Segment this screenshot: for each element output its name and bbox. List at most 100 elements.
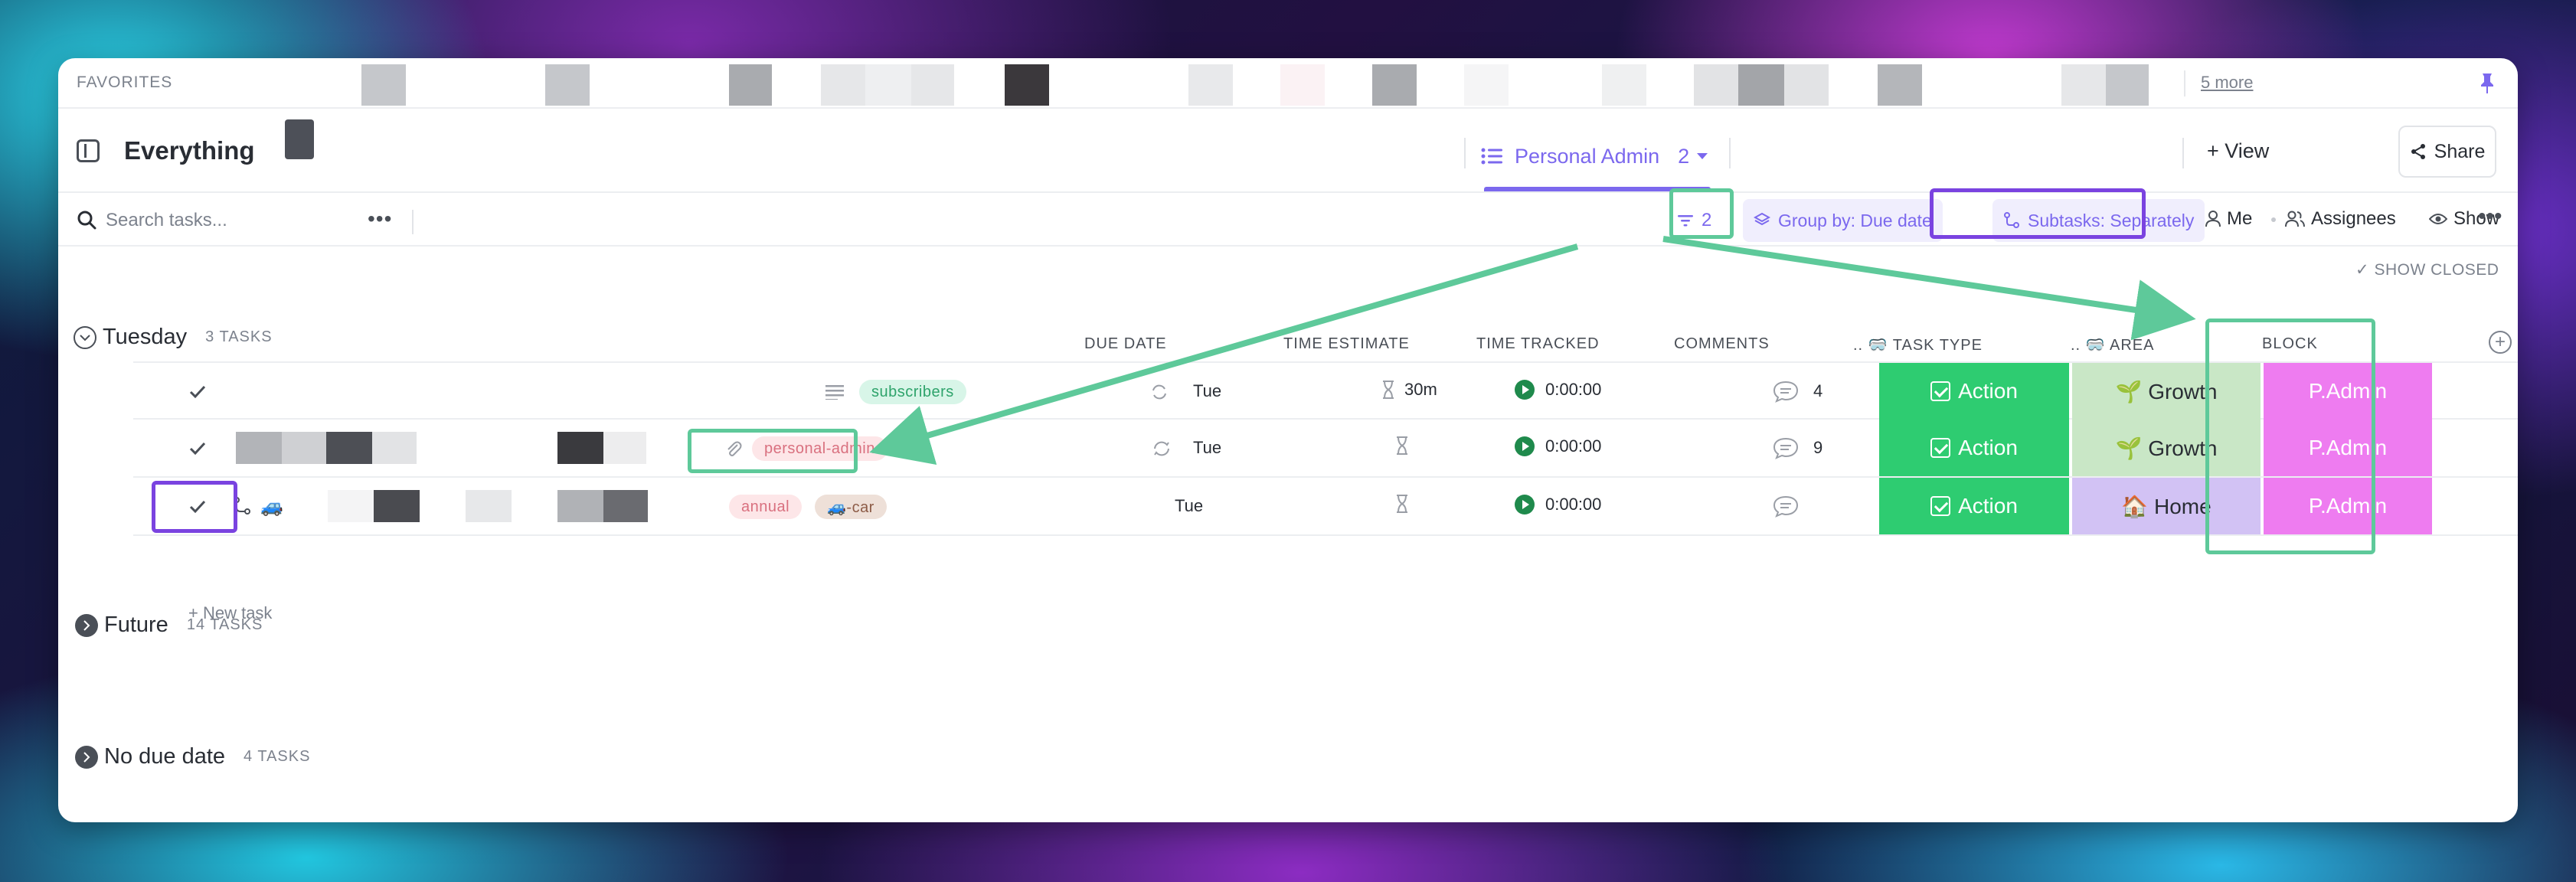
recurring-icon: [1154, 441, 1169, 456]
assignees-button[interactable]: Assignees: [2285, 208, 2396, 230]
sidebar-toggle-icon[interactable]: [77, 139, 100, 162]
task-name-redacted[interactable]: [282, 432, 326, 464]
task-type-cell[interactable]: Action: [1879, 420, 2069, 476]
area-cell[interactable]: 🏠 Home: [2072, 478, 2261, 534]
divider: [412, 210, 414, 234]
group-header-future[interactable]: Future 14 TASKS: [75, 612, 263, 638]
task-type-cell[interactable]: Action: [1879, 478, 2069, 534]
share-button[interactable]: Share: [2398, 126, 2496, 178]
favorite-item[interactable]: [1280, 64, 1325, 106]
time-estimate-cell[interactable]: [1395, 436, 1409, 455]
favorite-item[interactable]: [865, 64, 911, 106]
group-by-button[interactable]: Group by: Due date: [1743, 199, 1943, 242]
block-cell[interactable]: P.Admin: [2264, 478, 2432, 534]
task-name-redacted[interactable]: [372, 432, 417, 464]
task-name-redacted[interactable]: [326, 432, 372, 464]
tag-car[interactable]: 🚙-car: [815, 495, 887, 519]
tag-subscribers[interactable]: subscribers: [859, 380, 966, 404]
pin-icon[interactable]: [2478, 72, 2496, 95]
favorite-item[interactable]: [1878, 64, 1922, 106]
chevron-right-icon[interactable]: [75, 613, 98, 637]
favorite-item[interactable]: [1738, 64, 1784, 106]
group-header-tuesday[interactable]: Tuesday 3 TASKS: [74, 325, 273, 350]
show-closed-toggle[interactable]: ✓ SHOW CLOSED: [2355, 260, 2499, 279]
subtask-indicator[interactable]: 🚙: [233, 490, 283, 522]
column-header-block[interactable]: BLOCK: [2262, 335, 2318, 353]
task-type-cell[interactable]: Action: [1879, 363, 2069, 420]
check-icon[interactable]: [187, 496, 208, 518]
column-header-due-date[interactable]: DUE DATE: [1084, 335, 1167, 353]
search-options-icon[interactable]: •••: [368, 207, 392, 231]
task-name-redacted[interactable]: [603, 432, 646, 464]
favorite-item[interactable]: [1784, 64, 1829, 106]
me-filter-button[interactable]: Me: [2205, 208, 2252, 230]
task-name-redacted[interactable]: [557, 490, 603, 522]
time-estimate-cell[interactable]: [1395, 495, 1409, 513]
comments-cell[interactable]: 9: [1772, 436, 1822, 459]
due-date-cell[interactable]: Tue: [1193, 381, 1221, 401]
table-row[interactable]: personal-admin Tue 0:00:00 9 Action 🌱 Gr: [133, 420, 2518, 478]
area-cell[interactable]: 🌱 Growth: [2072, 363, 2261, 420]
favorite-item[interactable]: [1005, 64, 1049, 106]
separator-dot: [2271, 217, 2276, 222]
favorite-item[interactable]: [1188, 64, 1233, 106]
play-icon[interactable]: [1515, 380, 1535, 400]
task-name-redacted[interactable]: [328, 490, 374, 522]
favorite-item[interactable]: [821, 64, 865, 106]
favorite-item[interactable]: [1694, 64, 1738, 106]
column-header-task-type[interactable]: .. 🥽 TASK TYPE: [1853, 335, 1983, 354]
tag-annual[interactable]: annual: [729, 495, 803, 519]
task-name-redacted[interactable]: [603, 490, 648, 522]
group-header-no-due-date[interactable]: No due date 4 TASKS: [75, 744, 310, 769]
time-estimate-cell[interactable]: 30m: [1381, 380, 1437, 400]
due-date-cell[interactable]: Tue: [1175, 496, 1203, 516]
play-icon[interactable]: [1515, 495, 1535, 514]
table-row[interactable]: subscribers Tue 30m 0:00:00 4 Action 🌱 G…: [133, 361, 2518, 420]
view-tab-personal-admin[interactable]: Personal Admin 2: [1481, 119, 1708, 193]
tag-personal-admin[interactable]: personal-admin: [752, 436, 888, 461]
favorite-item[interactable]: [729, 64, 772, 106]
favorite-item[interactable]: [1602, 64, 1646, 106]
more-options-icon[interactable]: •••: [2478, 204, 2502, 230]
favorite-item[interactable]: [361, 64, 406, 106]
search-input[interactable]: [106, 207, 381, 234]
task-name-redacted[interactable]: [557, 432, 603, 464]
check-icon[interactable]: [187, 381, 208, 403]
favorites-more-link[interactable]: 5 more: [2201, 73, 2253, 93]
column-header-time-tracked[interactable]: TIME TRACKED: [1476, 335, 1600, 353]
filter-button[interactable]: 2: [1677, 205, 1711, 236]
play-icon[interactable]: [1515, 436, 1535, 456]
chevron-down-icon[interactable]: [1697, 153, 1708, 159]
add-view-button[interactable]: + View: [2207, 139, 2269, 163]
column-header-comments[interactable]: COMMENTS: [1674, 335, 1770, 353]
favorite-item[interactable]: [2106, 64, 2149, 106]
time-tracked-cell[interactable]: 0:00:00: [1515, 380, 1601, 400]
task-name-redacted[interactable]: [236, 432, 282, 464]
chevron-down-icon[interactable]: [74, 325, 96, 349]
column-header-area[interactable]: .. 🥽 AREA: [2071, 335, 2155, 354]
favorite-item[interactable]: [1464, 64, 1509, 106]
add-column-icon[interactable]: +: [2489, 331, 2512, 354]
comments-cell[interactable]: [1772, 495, 1800, 518]
subtasks-button[interactable]: Subtasks: Separately: [1992, 199, 2205, 242]
column-header-time-estimate[interactable]: TIME ESTIMATE: [1283, 335, 1410, 353]
check-icon[interactable]: [187, 438, 208, 459]
space-avatar[interactable]: [285, 119, 314, 159]
favorite-item[interactable]: [911, 64, 954, 106]
subtask-icon: [2004, 212, 2019, 228]
table-row[interactable]: 🚙 annual 🚙-car Tue 0:00:00 Action 🏠 Home…: [133, 478, 2518, 536]
time-tracked-cell[interactable]: 0:00:00: [1515, 495, 1601, 514]
task-name-redacted[interactable]: [466, 490, 512, 522]
block-cell[interactable]: P.Admin: [2264, 363, 2432, 420]
comments-cell[interactable]: 4: [1772, 380, 1822, 403]
favorites-label: FAVORITES: [77, 74, 173, 91]
favorite-item[interactable]: [2061, 64, 2106, 106]
due-date-cell[interactable]: Tue: [1193, 438, 1221, 458]
time-tracked-cell[interactable]: 0:00:00: [1515, 436, 1601, 456]
area-cell[interactable]: 🌱 Growth: [2072, 420, 2261, 476]
task-name-redacted[interactable]: [374, 490, 420, 522]
favorite-item[interactable]: [1372, 64, 1417, 106]
block-cell[interactable]: P.Admin: [2264, 420, 2432, 476]
chevron-right-icon[interactable]: [75, 745, 98, 769]
favorite-item[interactable]: [545, 64, 590, 106]
